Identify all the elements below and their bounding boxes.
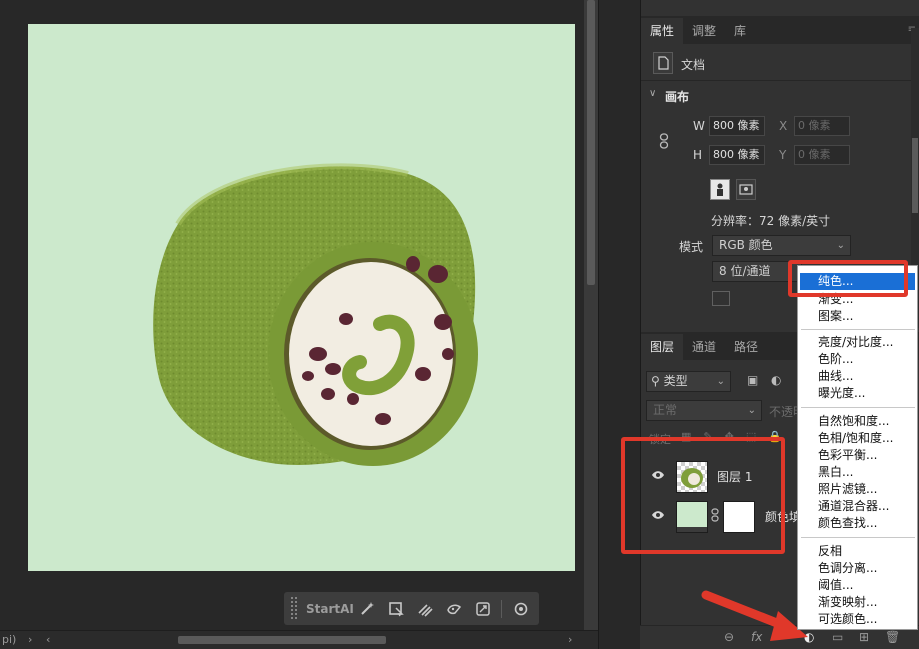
portrait-orientation-icon[interactable] — [710, 179, 730, 200]
document-canvas[interactable] — [28, 24, 575, 571]
new-group-folder-icon[interactable]: ▭ — [832, 630, 843, 644]
chevron-down-icon: ⌄ — [716, 376, 725, 387]
tab-adjustments[interactable]: 调整 — [683, 18, 725, 44]
tab-layers[interactable]: 图层 — [641, 334, 684, 360]
scrollbar-thumb[interactable] — [178, 636, 386, 644]
menu-item-color-lookup[interactable]: 颜色查找... — [818, 515, 877, 532]
adjustment-filter-icon[interactable]: ◐ — [771, 373, 781, 387]
pattern-icon[interactable] — [410, 597, 439, 621]
layer-filter-value: 类型 — [663, 374, 688, 388]
new-layer-icon[interactable]: ⊞ — [859, 630, 869, 644]
brush-icon[interactable] — [439, 597, 468, 621]
search-icon: ⚲ — [651, 374, 660, 388]
image-filter-icon[interactable]: ▣ — [747, 373, 758, 387]
annotation-box-layers — [621, 437, 785, 554]
tab-properties[interactable]: 属性 — [641, 18, 684, 44]
document-icon — [653, 52, 673, 74]
chevron-down-icon: ⌄ — [747, 405, 756, 416]
y-field[interactable]: 0 像素 — [794, 145, 850, 165]
chevron-down-icon[interactable]: ∨ — [649, 88, 656, 99]
blend-mode-value: 正常 — [653, 403, 678, 417]
toolbar-divider — [501, 599, 502, 618]
mode-label: 模式 — [679, 240, 704, 254]
menu-item-color-balance[interactable]: 色彩平衡... — [818, 447, 877, 464]
bit-depth-value: 8 位/通道 — [719, 264, 771, 278]
tab-libraries[interactable]: 库 — [725, 18, 755, 44]
adjustment-layer-menu: 纯色... 渐变... 图案... 亮度/对比度... 色阶... 曲线... … — [797, 265, 918, 630]
status-text: pi) — [2, 633, 17, 646]
menu-item-curves[interactable]: 曲线... — [818, 368, 853, 385]
workspace-horizontal-scrollbar[interactable]: pi) › ‹ › — [0, 630, 598, 649]
height-field[interactable]: 800 像素 — [709, 145, 765, 165]
resize-icon[interactable] — [468, 597, 497, 621]
menu-item-exposure[interactable]: 曝光度... — [818, 385, 865, 402]
menu-item-vibrance[interactable]: 自然饱和度... — [818, 413, 889, 430]
x-label: X — [779, 119, 788, 133]
tab-paths[interactable]: 路径 — [725, 334, 767, 360]
x-field[interactable]: 0 像素 — [794, 116, 850, 136]
blend-mode-select[interactable]: 正常 ⌄ — [646, 400, 762, 421]
magic-wand-icon[interactable] — [352, 597, 381, 621]
width-label: W — [693, 119, 705, 133]
menu-item-hue-saturation[interactable]: 色相/饱和度... — [818, 430, 894, 447]
chevron-down-icon: ⌄ — [836, 240, 845, 251]
matcha-roll-cake-image — [153, 163, 478, 466]
color-mode-value: RGB 颜色 — [719, 238, 773, 252]
y-label: Y — [779, 148, 787, 162]
document-label: 文档 — [681, 58, 706, 72]
menu-separator — [801, 329, 915, 330]
menu-item-invert[interactable]: 反相 — [818, 543, 842, 560]
settings-gear-icon[interactable] — [506, 597, 535, 621]
menu-item-photo-filter[interactable]: 照片滤镜... — [818, 481, 877, 498]
canvas-workspace: StartAI — [0, 0, 584, 630]
startai-label: StartAI — [306, 601, 354, 616]
ai-select-icon[interactable] — [381, 597, 410, 621]
menu-item-channel-mixer[interactable]: 通道混合器... — [818, 498, 889, 515]
divider — [641, 80, 912, 81]
menu-item-threshold[interactable]: 阈值... — [818, 577, 853, 594]
menu-item-pattern[interactable]: 图案... — [818, 308, 853, 325]
link-chain-icon[interactable] — [659, 133, 669, 152]
properties-tab-row: 属性 调整 库 ≡ — [641, 16, 919, 44]
tab-channels[interactable]: 通道 — [683, 334, 725, 360]
menu-separator — [801, 407, 915, 408]
scroll-right-arrow-icon[interactable]: › — [568, 633, 572, 646]
color-mode-select[interactable]: RGB 颜色 ⌄ — [712, 235, 851, 256]
menu-item-gradient-map[interactable]: 渐变映射... — [818, 594, 877, 611]
width-field[interactable]: 800 像素 — [709, 116, 765, 136]
menu-item-levels[interactable]: 色阶... — [818, 351, 853, 368]
scrollbar-thumb[interactable] — [912, 138, 918, 213]
menu-item-black-white[interactable]: 黑白... — [818, 464, 853, 481]
menu-item-selective-color[interactable]: 可选颜色... — [818, 611, 877, 628]
scrollbar-thumb[interactable] — [587, 0, 595, 285]
canvas-section-title: 画布 — [665, 90, 690, 104]
landscape-orientation-icon[interactable] — [736, 179, 756, 200]
menu-item-brightness-contrast[interactable]: 亮度/对比度... — [818, 334, 894, 351]
status-expand-icon[interactable]: › — [28, 633, 32, 646]
menu-separator — [801, 537, 915, 538]
menu-item-posterize[interactable]: 色调分离... — [818, 560, 877, 577]
annotation-box-solid-color — [788, 260, 908, 297]
layer-filter-select[interactable]: ⚲ 类型 ⌄ — [646, 371, 731, 392]
height-label: H — [693, 148, 703, 162]
workspace-vertical-scrollbar[interactable] — [584, 0, 598, 630]
startai-toolbar: StartAI — [284, 592, 539, 625]
background-swatch[interactable] — [712, 291, 730, 306]
trash-icon[interactable]: 🗑 — [885, 630, 900, 644]
drag-handle[interactable] — [290, 596, 298, 621]
scroll-left-arrow-icon[interactable]: ‹ — [46, 633, 50, 646]
resolution-text: 分辨率：72 像素/英寸 — [711, 214, 831, 228]
